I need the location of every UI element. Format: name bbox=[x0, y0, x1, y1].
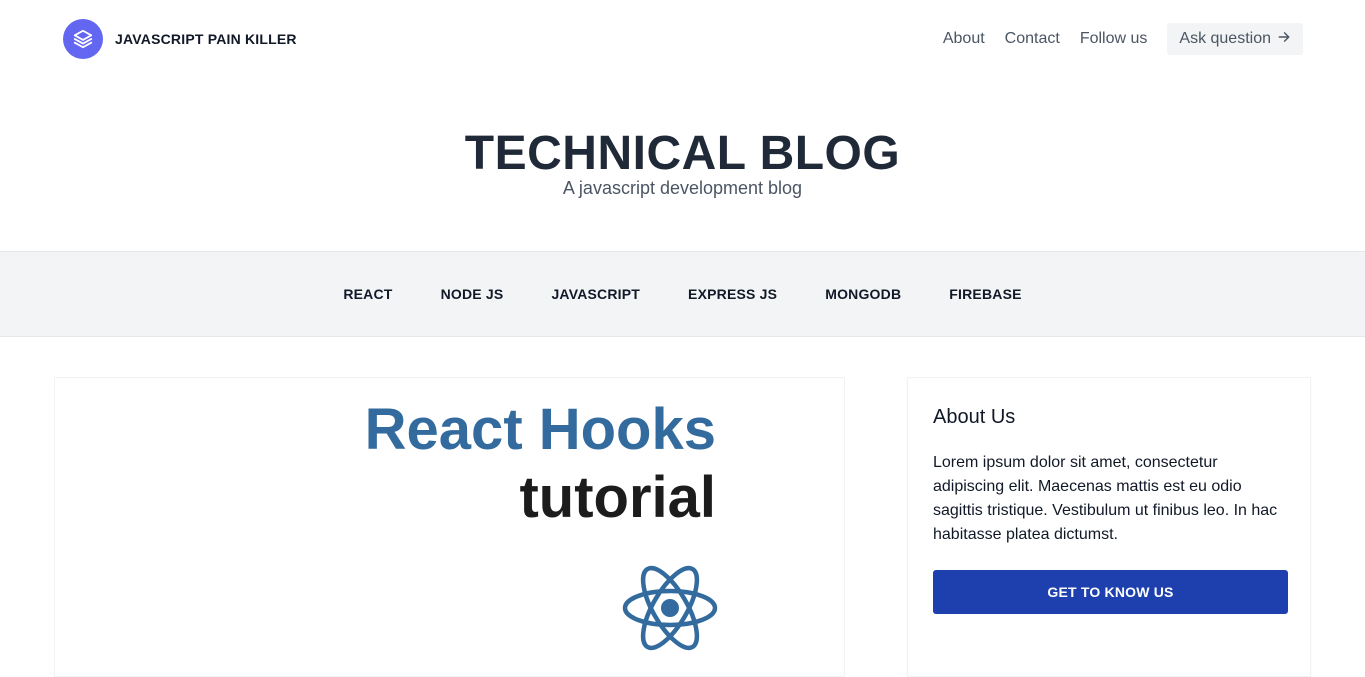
page-title: TECHNICAL BLOG bbox=[464, 127, 901, 180]
category-nav: REACT NODE JS JAVASCRIPT EXPRESS JS MONG… bbox=[0, 251, 1365, 337]
category-link-node-js[interactable]: NODE JS bbox=[441, 286, 504, 302]
brand-name: JAVASCRIPT PAIN KILLER bbox=[115, 31, 297, 47]
get-to-know-us-button[interactable]: GET TO KNOW US bbox=[933, 570, 1288, 614]
top-header: JAVASCRIPT PAIN KILLER About Contact Fol… bbox=[0, 0, 1365, 80]
nav-link-about[interactable]: About bbox=[943, 30, 985, 48]
post-card[interactable]: React Hooks tutorial bbox=[54, 377, 845, 677]
category-link-mongodb[interactable]: MONGODB bbox=[825, 286, 901, 302]
top-nav: About Contact Follow us Ask question bbox=[943, 23, 1303, 55]
nav-link-follow-us[interactable]: Follow us bbox=[1080, 30, 1148, 48]
nav-link-contact[interactable]: Contact bbox=[1005, 30, 1060, 48]
ask-question-label: Ask question bbox=[1179, 30, 1271, 47]
ask-question-button[interactable]: Ask question bbox=[1167, 23, 1303, 55]
arrow-right-icon bbox=[1277, 30, 1291, 49]
about-us-card: About Us Lorem ipsum dolor sit amet, con… bbox=[907, 377, 1311, 677]
category-link-react[interactable]: REACT bbox=[343, 286, 392, 302]
post-title-line1: React Hooks bbox=[364, 397, 716, 462]
hero-section: TECHNICAL BLOG A javascript development … bbox=[0, 80, 1365, 251]
page-subtitle: A javascript development blog bbox=[562, 178, 803, 198]
brand-link[interactable]: JAVASCRIPT PAIN KILLER bbox=[63, 19, 297, 59]
post-cover: React Hooks tutorial bbox=[365, 396, 716, 532]
category-link-express-js[interactable]: EXPRESS JS bbox=[688, 286, 777, 302]
about-us-title: About Us bbox=[933, 406, 1016, 428]
post-title-line2: tutorial bbox=[519, 465, 716, 530]
layers-icon bbox=[63, 19, 103, 59]
category-link-firebase[interactable]: FIREBASE bbox=[949, 286, 1021, 302]
about-us-text: Lorem ipsum dolor sit amet, consectetur … bbox=[933, 454, 1278, 543]
category-link-javascript[interactable]: JAVASCRIPT bbox=[551, 286, 640, 302]
react-logo-icon bbox=[621, 564, 719, 669]
